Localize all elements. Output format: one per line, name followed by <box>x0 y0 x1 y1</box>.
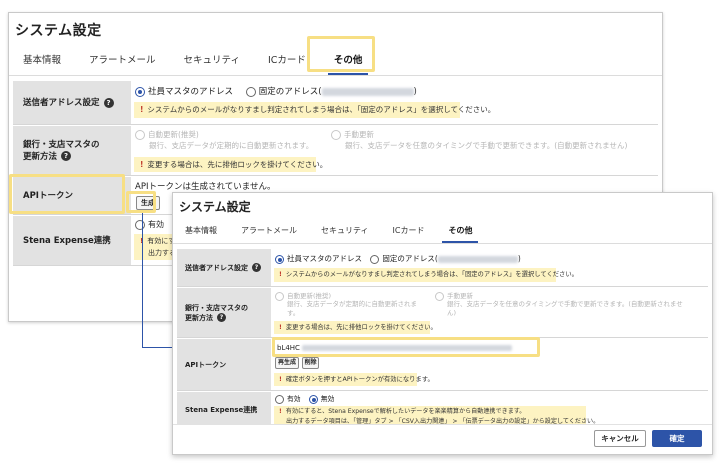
auto-update-description: 銀行、支店データが定期的に自動更新されます。 <box>149 141 314 150</box>
warning-icon: ! <box>140 160 144 169</box>
tab-other[interactable]: その他 <box>320 43 377 75</box>
warning-icon: ! <box>279 271 282 278</box>
bank-master-row: 銀行・支店マスタの 更新方法? 自動更新(推奨) 銀行、支店データが定期的に自動更… <box>177 288 708 338</box>
sender-address-note: ! システムからのメールがなりすまし判定されてしまう場合は、「固定のアドレス」を選… <box>274 268 578 282</box>
redacted-address <box>437 255 518 263</box>
tab-ic-card[interactable]: ICカード <box>254 43 320 73</box>
api-token-note: ! 確定ボタンを押すとAPIトークンが有効になります。 <box>274 373 434 386</box>
help-icon[interactable]: ? <box>61 151 72 161</box>
tab-security[interactable]: セキュリティ <box>170 43 254 73</box>
manual-update-radio[interactable] <box>435 291 444 301</box>
settings-window-front: システム設定 基本情報 アラートメール セキュリティ ICカード その他 送信者… <box>172 192 713 455</box>
redacted-address <box>321 87 414 96</box>
employee-address-option-label: 社員マスタのアドレス <box>148 87 234 97</box>
stena-disable-radio[interactable] <box>308 394 318 404</box>
cancel-button[interactable]: キャンセル <box>594 430 646 447</box>
stena-enable-option-label: 有効 <box>287 395 301 403</box>
generate-button[interactable]: 生成 <box>136 196 160 210</box>
warning-icon: ! <box>140 105 144 114</box>
confirm-button[interactable]: 確定 <box>652 430 702 447</box>
fixed-address-option-label: 固定のアドレス( <box>258 87 322 97</box>
help-icon[interactable]: ? <box>103 97 114 108</box>
employee-address-option-label: 社員マスタのアドレス <box>287 254 362 263</box>
manual-update-option-label: 手動更新 <box>344 130 374 139</box>
fixed-address-option-label: 固定のアドレス( <box>382 254 438 263</box>
bank-master-note: ! 変更する場合は、先に排他ロックを掛けてください。 <box>274 321 437 334</box>
sender-address-row: 送信者アドレス設定? 社員マスタのアドレス 固定のアドレス() ! システムからの… <box>177 249 708 287</box>
page-title: システム設定 <box>179 200 251 214</box>
bank-master-label: 銀行・支店マスタの 更新方法? <box>177 288 271 337</box>
stena-expense-label: Stena Expense連携 <box>13 216 131 265</box>
api-token-label: APIトークン <box>177 339 271 390</box>
bank-master-note: ! 変更する場合は、先に排他ロックを掛けてください。 <box>134 157 327 172</box>
tab-alert-mail[interactable]: アラートメール <box>75 43 170 73</box>
auto-update-option-label: 自動更新(推奨) <box>148 130 199 139</box>
fixed-address-radio[interactable] <box>245 86 256 97</box>
stena-enable-radio[interactable] <box>275 394 284 404</box>
api-token-status: APIトークンは生成されていません。 <box>135 182 276 192</box>
auto-update-description: 銀行、支店データが定期的に自動更新されます。 <box>287 300 417 317</box>
page-title: システム設定 <box>15 23 102 39</box>
api-token-label: APIトークン <box>13 177 131 214</box>
employee-address-radio[interactable] <box>275 254 284 264</box>
manual-update-description: 銀行、支店データを任意のタイミングで手動で更新できます。(自動更新されません) <box>447 300 683 317</box>
tab-basic-info[interactable]: 基本情報 <box>9 43 75 73</box>
warning-icon: ! <box>279 408 282 415</box>
stena-disable-option-label: 無効 <box>320 395 335 403</box>
manual-update-option-label: 手動更新 <box>447 292 473 300</box>
help-icon[interactable]: ? <box>252 263 261 272</box>
api-token-value[interactable]: bL4HC <box>277 344 300 352</box>
tab-bar: 基本情報 アラートメール セキュリティ ICカード その他 <box>173 219 484 243</box>
tab-alert-mail[interactable]: アラートメール <box>229 219 309 243</box>
tab-other[interactable]: その他 <box>436 219 484 243</box>
tab-divider <box>173 243 712 244</box>
fixed-address-radio[interactable] <box>370 254 380 264</box>
bank-master-row: 銀行・支店マスタの 更新方法? 自動更新(推奨) 銀行、支店データが定期的に自動更… <box>13 126 658 176</box>
auto-update-radio[interactable] <box>275 291 284 301</box>
stena-expense-label: Stena Expense連携 <box>177 392 271 428</box>
dialog-footer: キャンセル 確定 <box>173 424 712 454</box>
sender-address-note: ! システムからのメールがなりすまし判定されてしまう場合は、「固定のアドレス」を選… <box>134 102 495 118</box>
stena-expense-row: Stena Expense連携 有効 無効 ! 有効にすると、Stena Expe… <box>177 392 708 428</box>
tab-security[interactable]: セキュリティ <box>309 219 381 243</box>
employee-address-radio[interactable] <box>135 86 145 97</box>
manual-update-radio[interactable] <box>331 130 341 140</box>
redacted-token <box>301 345 512 351</box>
bank-master-label: 銀行・支店マスタの 更新方法? <box>13 126 131 175</box>
api-token-row: APIトークン bL4HC 再生成 削除 ! 確定ボタンを押すとAPIトークンが有… <box>177 339 708 391</box>
sender-address-label: 送信者アドレス設定? <box>177 249 271 286</box>
tab-divider <box>9 75 662 76</box>
tab-bar: 基本情報 アラートメール セキュリティ ICカード その他 <box>9 43 377 75</box>
warning-icon: ! <box>279 324 282 331</box>
regenerate-button[interactable]: 再生成 <box>275 357 299 369</box>
tab-basic-info[interactable]: 基本情報 <box>173 219 229 243</box>
auto-update-option-label: 自動更新(推奨) <box>287 292 332 300</box>
tab-ic-card[interactable]: ICカード <box>381 219 437 243</box>
help-icon[interactable]: ? <box>217 313 226 322</box>
auto-update-radio[interactable] <box>135 130 145 140</box>
delete-button[interactable]: 削除 <box>302 357 319 369</box>
sender-address-row: 送信者アドレス設定? 社員マスタのアドレス 固定のアドレス() ! システムからの… <box>13 81 658 125</box>
manual-update-description: 銀行、支店データを任意のタイミングで手動で更新できます。(自動更新されません) <box>345 141 628 150</box>
sender-address-label: 送信者アドレス設定? <box>13 81 131 124</box>
warning-icon: ! <box>279 376 282 383</box>
